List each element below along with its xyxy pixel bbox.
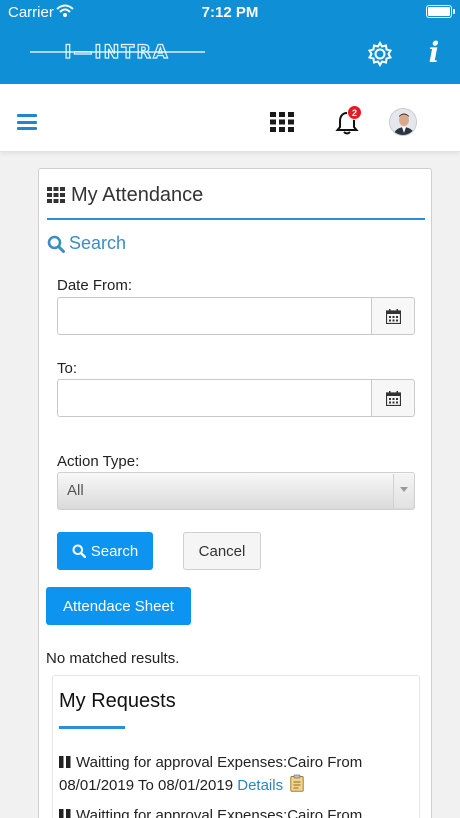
date-to-calendar-button[interactable] [371, 379, 415, 417]
cancel-button[interactable]: Cancel [183, 532, 261, 570]
attendance-card: My Attendance Search Date From: To: Acti… [38, 168, 432, 818]
info-icon[interactable]: i [424, 36, 444, 72]
action-type-select[interactable]: All [57, 472, 415, 510]
request-text: Waitting for approval Expenses:Cairo Fro… [76, 807, 363, 818]
pause-icon [59, 809, 71, 818]
page-title: My Attendance [71, 183, 204, 206]
attendance-sheet-button[interactable]: Attendace Sheet [46, 587, 191, 625]
my-requests-panel: My Requests Waitting for approval Expens… [52, 675, 420, 818]
date-from-input[interactable] [57, 297, 372, 335]
requests-divider [59, 726, 125, 729]
toolbar: 2 [0, 84, 460, 152]
title-divider [47, 218, 425, 220]
date-from-calendar-button[interactable] [371, 297, 415, 335]
search-button-label: Search [90, 542, 139, 560]
action-type-label: Action Type: [57, 453, 140, 470]
date-to-input[interactable] [57, 379, 372, 417]
calendar-icon [385, 308, 401, 324]
notification-badge: 2 [347, 105, 362, 120]
date-from-group [57, 297, 415, 335]
apps-grid-icon[interactable] [270, 112, 294, 132]
status-bar: Carrier 7:12 PM [0, 0, 460, 24]
intra-logo: I—INTRA [30, 41, 205, 63]
battery-icon [426, 5, 455, 18]
request-item: Waitting for approval Expenses:Cairo Fro… [59, 804, 409, 818]
gear-icon[interactable] [366, 40, 394, 68]
date-to-group [57, 379, 415, 417]
menu-icon[interactable] [17, 114, 37, 130]
search-icon [47, 235, 65, 253]
action-type-selected-value: All [67, 482, 84, 499]
search-section-heading: Search [47, 233, 126, 254]
date-from-label: Date From: [57, 277, 133, 294]
request-item: Waitting for approval Expenses:Cairo Fro… [59, 751, 409, 797]
card-header: My Attendance [47, 181, 203, 209]
search-heading-label: Search [69, 233, 127, 253]
th-grid-icon [47, 187, 65, 203]
clipboard-icon[interactable] [290, 774, 304, 792]
no-results-message: No matched results. [46, 650, 180, 667]
svg-text:I—INTRA: I—INTRA [64, 41, 169, 63]
pause-icon [59, 756, 71, 768]
user-avatar[interactable] [389, 108, 417, 136]
calendar-icon [385, 390, 401, 406]
date-to-label: To: [57, 360, 78, 377]
request-details-link[interactable]: Details [237, 777, 283, 794]
search-icon [72, 544, 86, 558]
status-time: 7:12 PM [201, 4, 259, 21]
search-button[interactable]: Search [57, 532, 153, 570]
app-header: I—INTRA i [0, 24, 460, 84]
request-text: Waitting for approval Expenses:Cairo Fro… [59, 754, 363, 794]
chevron-down-icon [393, 474, 413, 508]
requests-title: My Requests [59, 690, 176, 712]
